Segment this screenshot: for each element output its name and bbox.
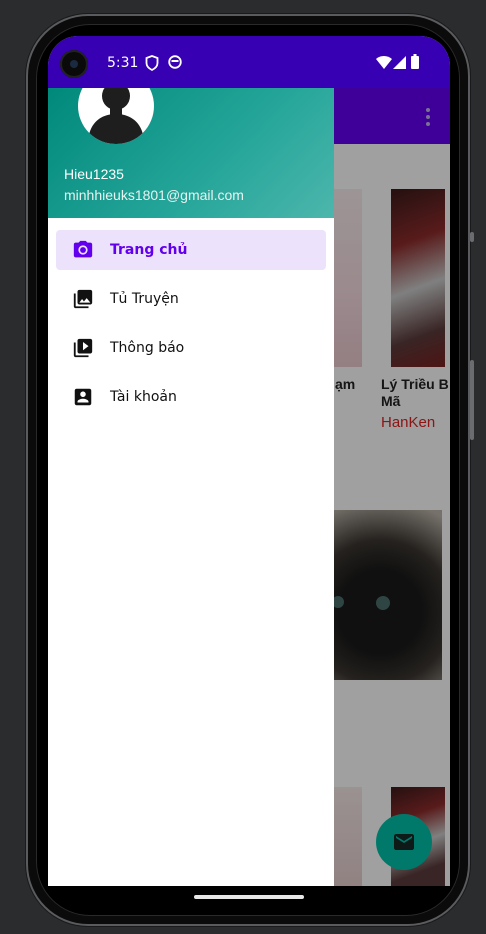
- gesture-handle[interactable]: [194, 895, 304, 899]
- nav-label: Tài khoản: [110, 389, 177, 405]
- battery-icon: [411, 54, 419, 69]
- slideshow-icon: [73, 338, 93, 358]
- face-icon: [168, 55, 182, 69]
- status-time: 5:31: [107, 55, 139, 71]
- nav-item-notifications[interactable]: Thông báo: [56, 328, 326, 368]
- photo-library-icon: [73, 289, 93, 309]
- drawer-email: minhhieuks1801@gmail.com: [64, 187, 244, 203]
- nav-item-library[interactable]: Tủ Truyện: [56, 279, 326, 319]
- account-box-icon: [74, 388, 92, 406]
- nav-label: Trang chủ: [110, 242, 188, 258]
- signal-icon: [393, 56, 406, 69]
- email-icon: [394, 834, 414, 850]
- avatar[interactable]: [78, 88, 154, 144]
- navigation-drawer: Hieu1235 minhhieuks1801@gmail.com Trang …: [48, 88, 334, 886]
- nav-label: Tủ Truyện: [110, 291, 179, 307]
- screen: ạm Lý Triều B Mã HanKen 5:31 Hieu1235 mi…: [48, 36, 450, 886]
- status-bar: 5:31: [48, 36, 450, 88]
- nav-label: Thông báo: [110, 340, 185, 356]
- nav-item-account[interactable]: Tài khoản: [56, 377, 326, 417]
- nav-item-home[interactable]: Trang chủ: [56, 230, 326, 270]
- wifi-icon: [376, 56, 392, 69]
- power-button: [470, 232, 474, 242]
- person-silhouette-icon: [88, 88, 144, 144]
- front-camera: [60, 50, 88, 78]
- volume-button: [470, 360, 474, 440]
- drawer-username: Hieu1235: [64, 166, 124, 182]
- camera-icon: [73, 240, 93, 258]
- drawer-header: Hieu1235 minhhieuks1801@gmail.com: [48, 88, 334, 218]
- email-fab[interactable]: [376, 814, 432, 870]
- shield-icon: [145, 55, 159, 71]
